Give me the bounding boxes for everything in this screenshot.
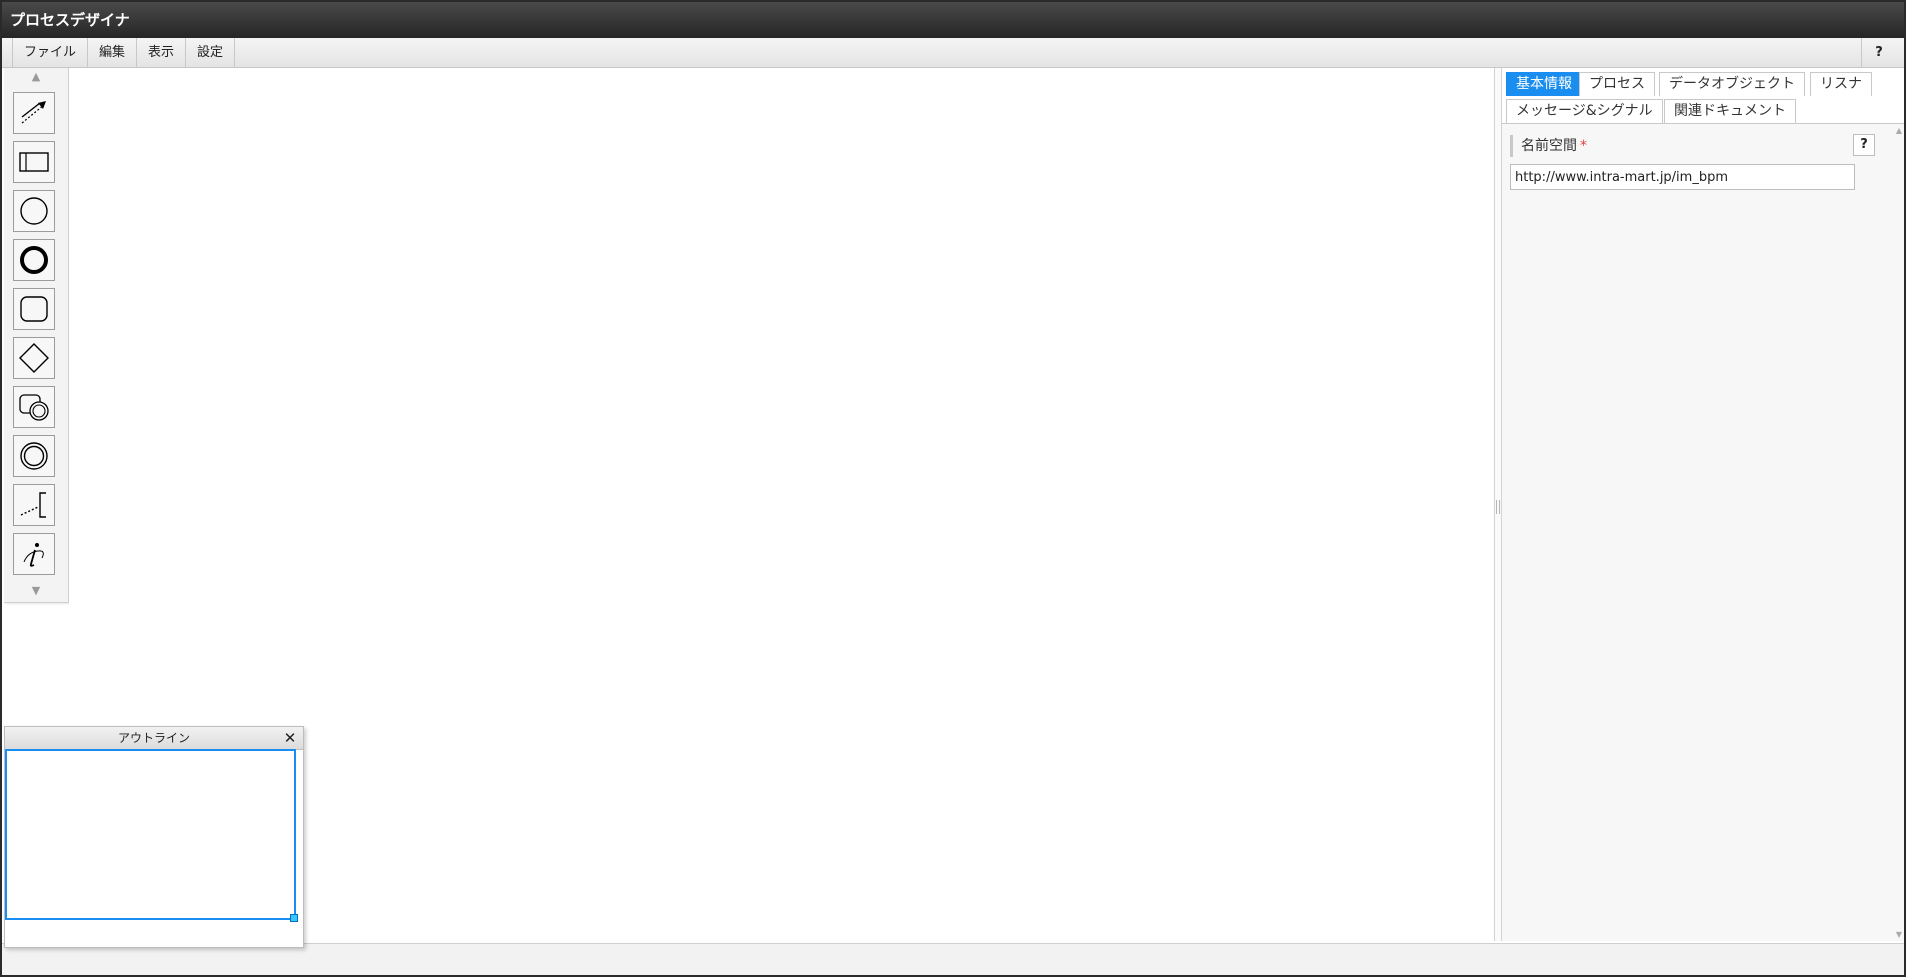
gateway-tool[interactable] (13, 337, 55, 379)
start-event-icon (20, 197, 48, 225)
info-tool[interactable] (13, 533, 55, 575)
splitter-grip-icon (1496, 500, 1500, 514)
tab-process[interactable]: プロセス (1579, 72, 1655, 96)
task-tool[interactable] (13, 288, 55, 330)
gateway-icon (19, 343, 49, 373)
end-event-icon (20, 246, 48, 274)
annotation-tool[interactable] (13, 484, 55, 526)
app-title: プロセスデザイナ (10, 11, 130, 29)
pool-lane-icon (19, 152, 49, 172)
close-icon[interactable]: ✕ (281, 728, 299, 748)
annotation-icon (20, 492, 46, 518)
title-bar: プロセスデザイナ (2, 2, 1904, 38)
outline-header[interactable]: アウトライン (5, 727, 303, 750)
menu-view[interactable]: 表示 (137, 38, 187, 67)
tab-data-objects[interactable]: データオブジェクト (1659, 72, 1805, 96)
tab-listener[interactable]: リスナ (1810, 72, 1872, 96)
info-icon (23, 543, 44, 567)
properties-panel: 基本情報 プロセス データオブジェクト リスナ メッセージ&シグナル 関連ドキュ… (1502, 68, 1904, 941)
properties-scrollbar[interactable]: ▲ ▼ (1894, 124, 1904, 941)
pool-lane-tool[interactable] (13, 141, 55, 183)
tab-basic-info[interactable]: 基本情報 (1506, 72, 1582, 96)
intermediate-event-icon (20, 442, 48, 470)
tab-message-signal[interactable]: メッセージ&シグナル (1506, 99, 1663, 123)
help-button[interactable]: ? (1861, 38, 1896, 67)
menu-edit[interactable]: 編集 (88, 38, 138, 67)
subprocess-tool[interactable] (13, 386, 55, 428)
outline-resize-handle[interactable] (290, 914, 298, 922)
end-event-tool[interactable] (13, 239, 55, 281)
tab-related-documents[interactable]: 関連ドキュメント (1664, 99, 1796, 123)
app-window: プロセスデザイナ ファイル 編集 表示 設定 ? ▲ ▼ 基本情報 プロセス デ… (0, 0, 1906, 977)
panel-splitter[interactable] (1494, 68, 1502, 941)
outline-title: アウトライン (117, 731, 190, 745)
tool-palette: ▲ ▼ (4, 68, 69, 603)
scroll-up-icon[interactable]: ▲ (1894, 126, 1904, 135)
menu-bar: ファイル 編集 表示 設定 ? (2, 38, 1904, 68)
scroll-down-icon[interactable]: ▼ (1894, 930, 1904, 939)
properties-tabs: 基本情報 プロセス データオブジェクト リスナ メッセージ&シグナル 関連ドキュ… (1502, 68, 1904, 124)
intermediate-event-tool[interactable] (13, 435, 55, 477)
menu-file[interactable]: ファイル (12, 38, 89, 67)
outline-viewport[interactable] (5, 749, 296, 920)
start-event-tool[interactable] (13, 190, 55, 232)
menu-settings[interactable]: 設定 (186, 38, 236, 67)
outline-window: アウトライン ✕ (4, 726, 304, 948)
required-mark: * (1580, 138, 1587, 154)
namespace-input[interactable] (1510, 164, 1855, 190)
sequence-flow-tool[interactable] (13, 92, 55, 134)
task-icon (20, 296, 48, 322)
namespace-label: 名前空間 * (1510, 135, 1587, 157)
namespace-label-text: 名前空間 (1521, 138, 1577, 154)
sequence-flow-icon (21, 101, 46, 124)
subprocess-icon (19, 394, 49, 421)
menu: ファイル 編集 表示 設定 (12, 38, 236, 67)
palette-scroll-up-icon[interactable]: ▲ (4, 68, 68, 86)
palette-scroll-down-icon[interactable]: ▼ (4, 582, 68, 600)
namespace-help-button[interactable]: ? (1853, 134, 1875, 156)
